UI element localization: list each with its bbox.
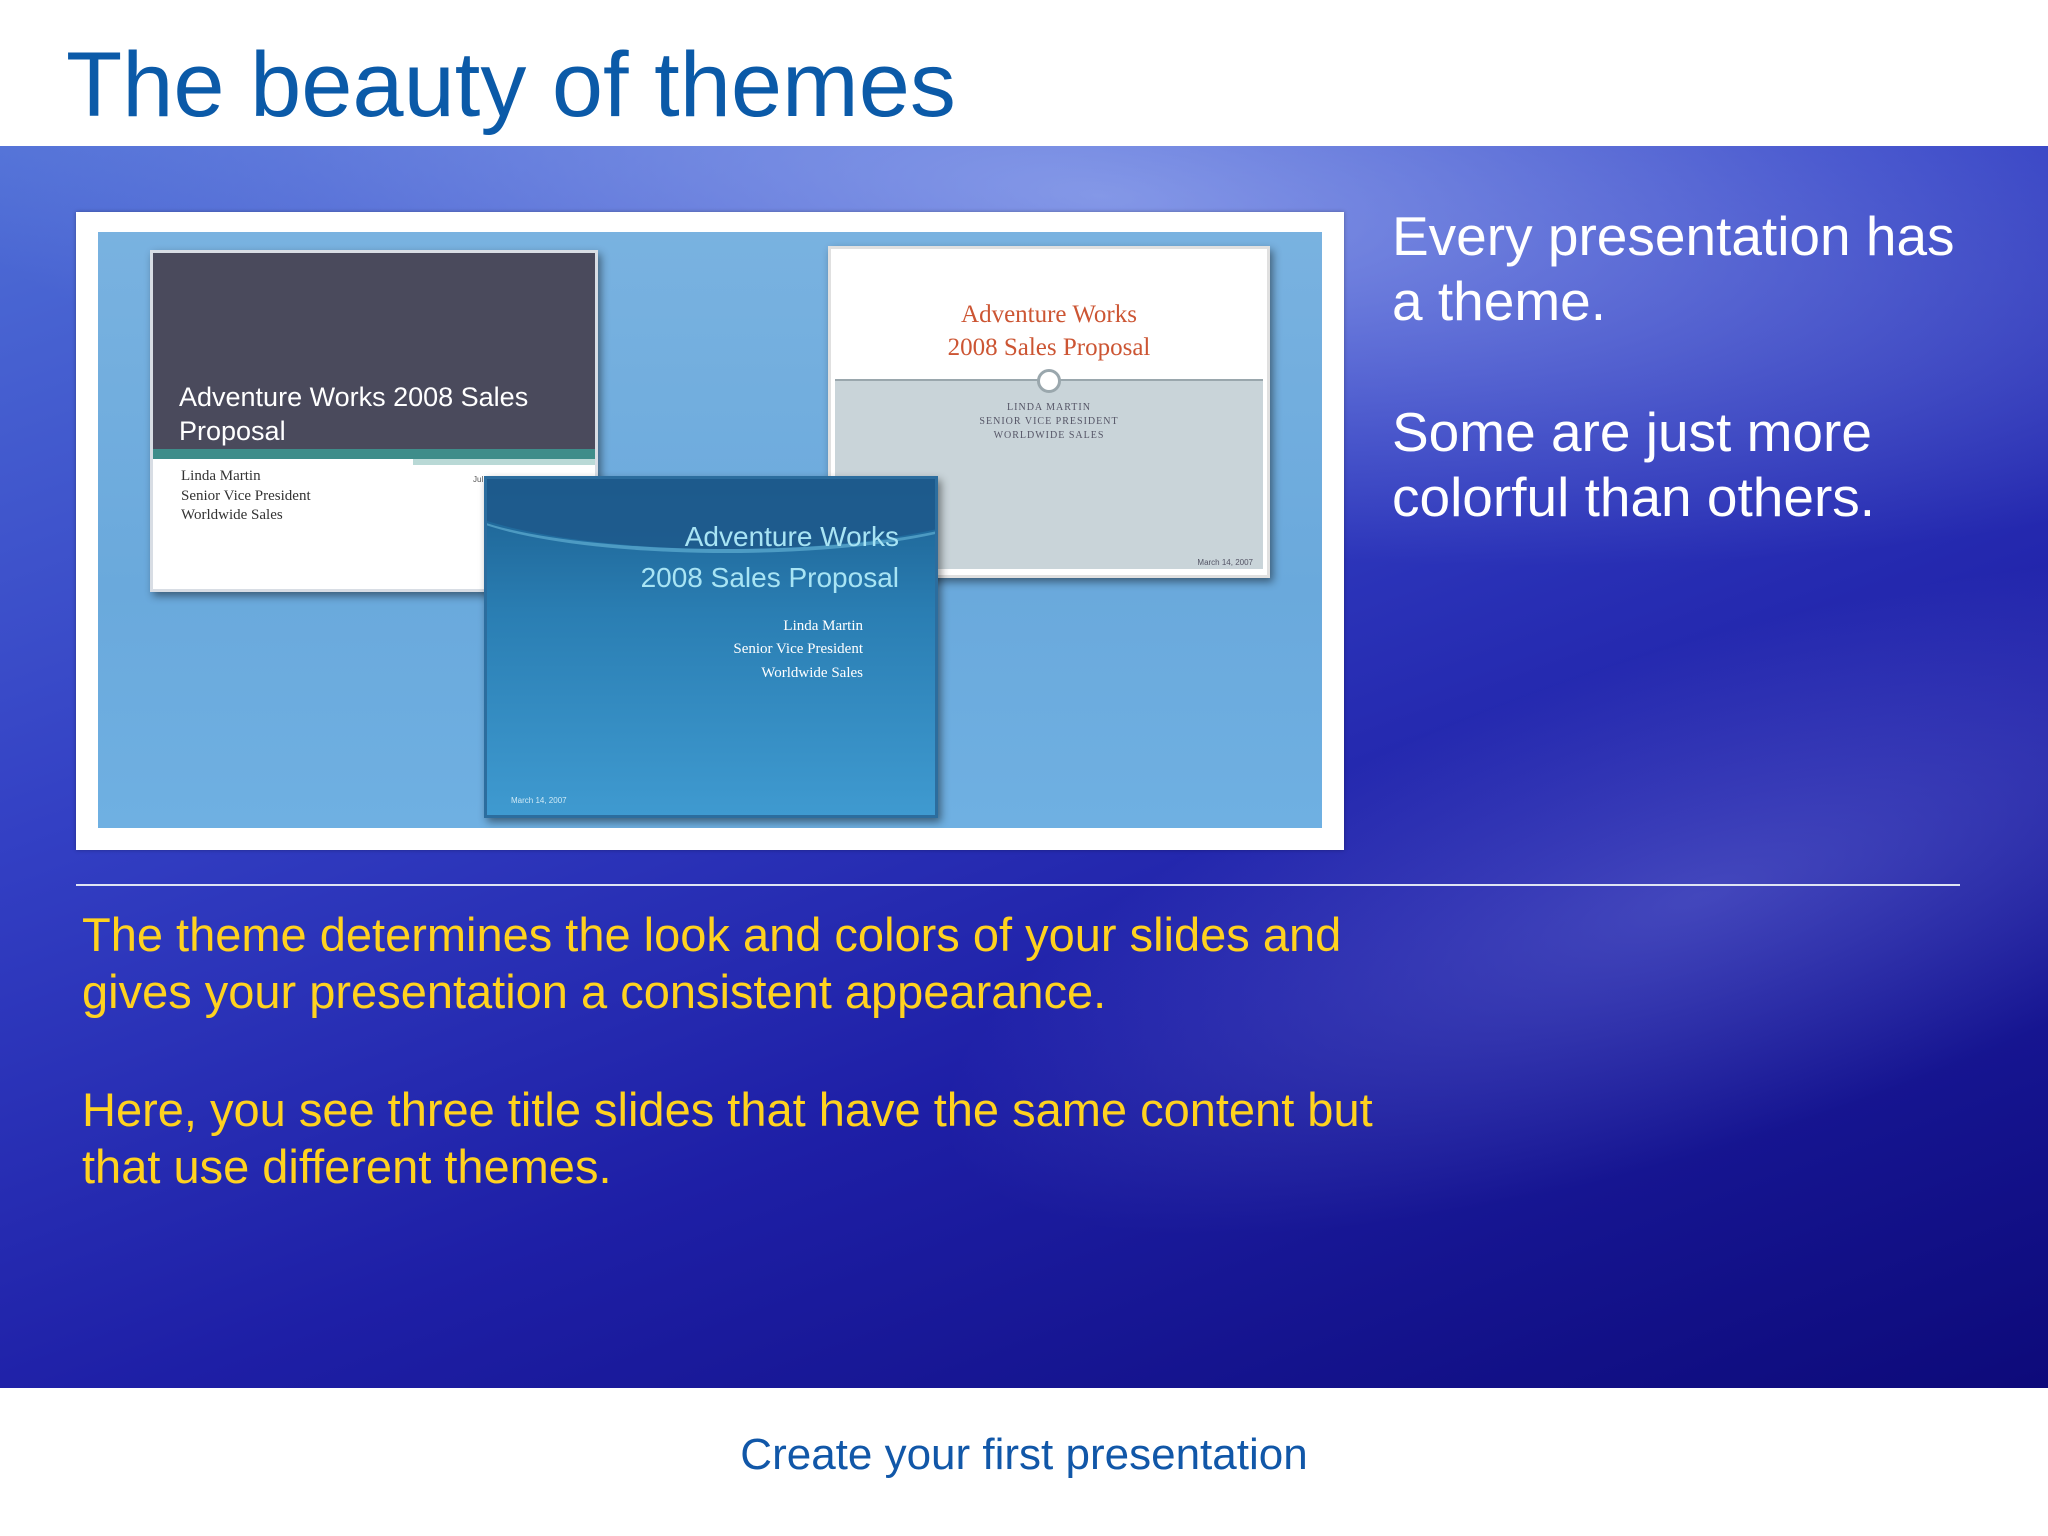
- teal-stripe: [153, 449, 595, 459]
- side-paragraph-1: Every presentation has a theme.: [1392, 205, 1955, 332]
- slide-footer: Create your first presentation: [740, 1430, 1308, 1479]
- themes-picture-frame: Adventure Works 2008 Sales Proposal Lind…: [76, 212, 1344, 850]
- body-paragraph-1: The theme determines the look and colors…: [82, 908, 1342, 1019]
- light-thumbnail-date: March 14, 2007: [1197, 558, 1253, 567]
- body-paragraph-2: Here, you see three title slides that ha…: [82, 1082, 1373, 1193]
- dark-thumbnail-title: Adventure Works 2008 Sales Proposal: [179, 382, 529, 446]
- slide-title: The beauty of themes: [66, 34, 956, 136]
- dark-thumbnail-subtitle: Linda Martin Senior Vice President World…: [181, 468, 311, 523]
- light-thumbnail-title: Adventure Works 2008 Sales Proposal: [947, 301, 1151, 361]
- themes-picture: Adventure Works 2008 Sales Proposal Lind…: [98, 232, 1322, 828]
- light-thumbnail-subtitle: LINDA MARTIN SENIOR VICE PRESIDENT WORLD…: [979, 402, 1119, 441]
- light-stripe: [413, 459, 595, 465]
- blue-theme-thumbnail: Adventure Works 2008 Sales Proposal Lind…: [484, 476, 938, 818]
- side-paragraph-2: Some are just more colorful than others.: [1392, 400, 1876, 528]
- blue-thumbnail-title: Adventure Works 2008 Sales Proposal: [640, 521, 899, 593]
- horizontal-divider: [76, 884, 1960, 886]
- divider-circle: [1037, 369, 1061, 393]
- blue-thumbnail-subtitle: Linda Martin Senior Vice President World…: [733, 618, 863, 681]
- blue-thumbnail-date: March 14, 2007: [511, 796, 567, 805]
- body-text: The theme determines the look and colors…: [82, 906, 1402, 1255]
- side-text: Every presentation has a theme. Some are…: [1392, 204, 1992, 596]
